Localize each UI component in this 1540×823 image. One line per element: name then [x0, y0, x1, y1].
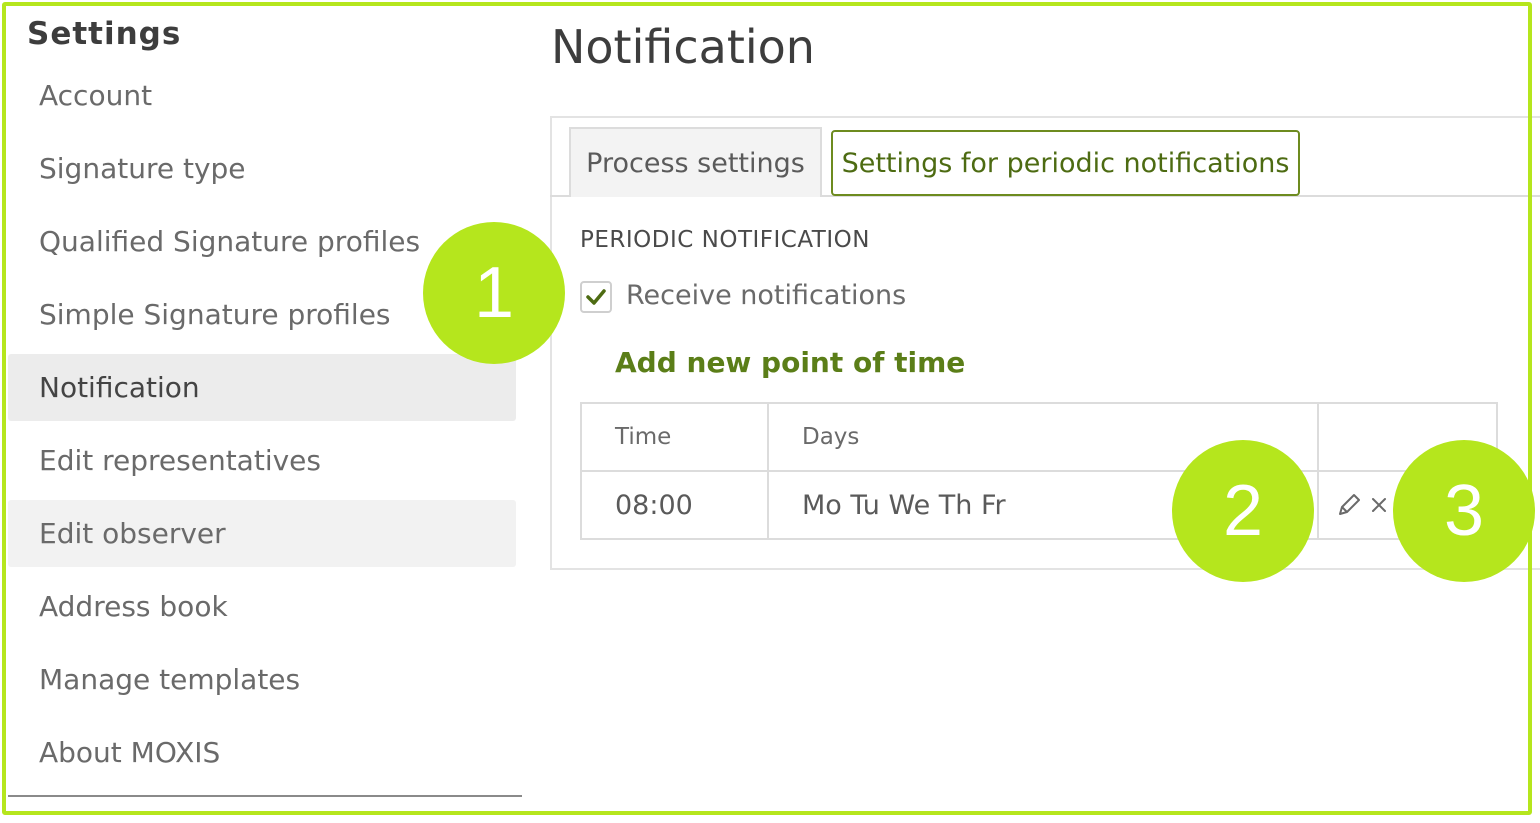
sidebar-item-address-book[interactable]: Address book	[8, 573, 516, 640]
sidebar-item-account[interactable]: Account	[8, 62, 516, 129]
time-cell: 08:00	[580, 470, 769, 540]
column-header-time: Time	[580, 402, 769, 472]
table-header-row: Time Days	[580, 402, 1498, 472]
notification-times-table: Time Days 08:00 Mo Tu We Th Fr	[580, 402, 1498, 540]
add-point-of-time-link[interactable]: Add new point of time	[615, 346, 965, 379]
receive-notifications-label[interactable]: Receive notifications	[626, 280, 906, 311]
page-title: Notification	[551, 20, 815, 74]
sidebar-nav: Account Signature type Qualified Signatu…	[8, 62, 516, 792]
check-icon	[586, 289, 606, 305]
pencil-icon[interactable]	[1335, 491, 1363, 519]
close-icon[interactable]	[1369, 495, 1389, 515]
sidebar-title: Settings	[27, 16, 182, 52]
tab-periodic-notifications[interactable]: Settings for periodic notifications	[831, 130, 1300, 196]
section-heading: PERIODIC NOTIFICATION	[580, 227, 870, 253]
table-row: 08:00 Mo Tu We Th Fr	[580, 470, 1498, 540]
callout-badge-2: 2	[1172, 440, 1314, 582]
callout-badge-3: 3	[1393, 440, 1535, 582]
callout-badge-1: 1	[423, 222, 565, 364]
receive-notifications-checkbox[interactable]	[580, 281, 612, 313]
sidebar-item-manage-templates[interactable]: Manage templates	[8, 646, 516, 713]
sidebar-divider	[8, 795, 522, 797]
sidebar-item-edit-observer[interactable]: Edit observer	[8, 500, 516, 567]
sidebar-item-notification[interactable]: Notification	[8, 354, 516, 421]
sidebar-item-edit-representatives[interactable]: Edit representatives	[8, 427, 516, 494]
sidebar-item-signature-type[interactable]: Signature type	[8, 135, 516, 202]
tab-process-settings[interactable]: Process settings	[569, 127, 822, 197]
sidebar-item-about-moxis[interactable]: About MOXIS	[8, 719, 516, 786]
